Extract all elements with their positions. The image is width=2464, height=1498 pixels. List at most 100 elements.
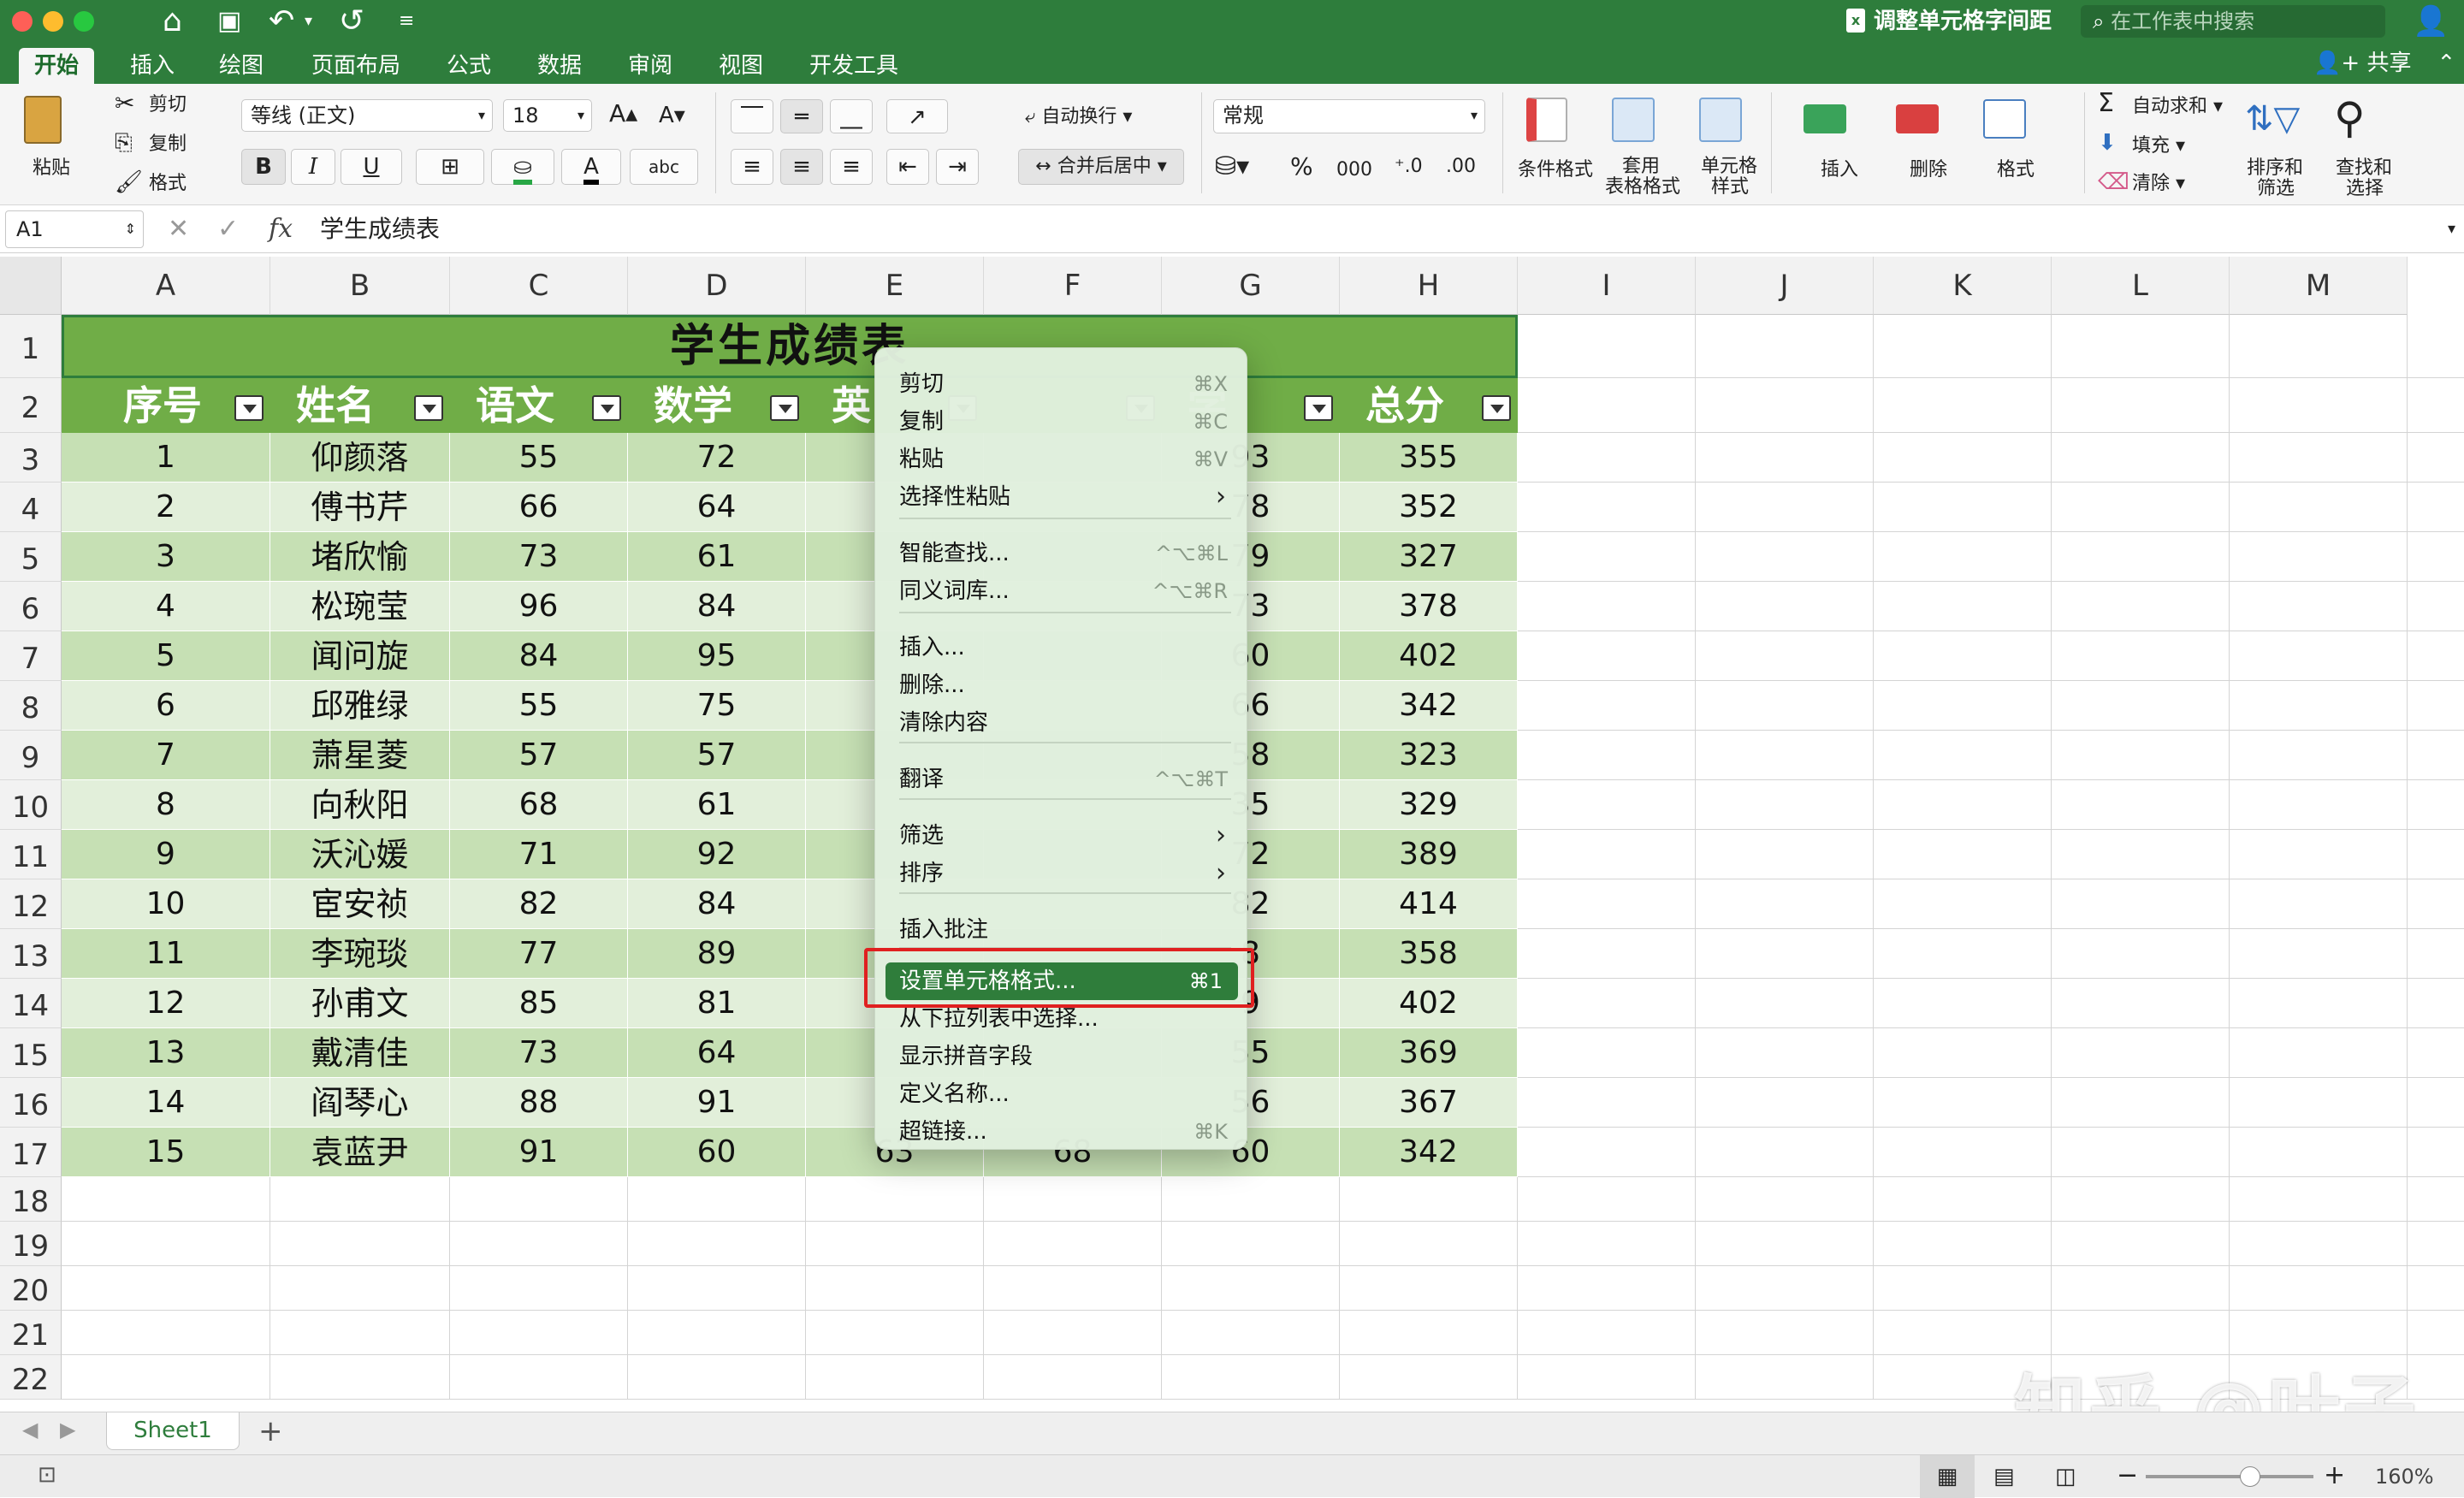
table-cell[interactable]: 沃沁媛 <box>270 830 450 879</box>
column-header[interactable]: F <box>984 257 1162 315</box>
row-header[interactable]: 21 <box>0 1311 62 1355</box>
tab-data[interactable]: 数据 <box>522 48 597 84</box>
column-header[interactable]: K <box>1874 257 2052 315</box>
table-cell[interactable]: 64 <box>628 1028 806 1078</box>
decrease-decimal-icon[interactable]: .00 <box>1446 156 1476 178</box>
phonetic-button[interactable]: abc <box>630 149 698 185</box>
percent-button[interactable]: % <box>1290 155 1313 179</box>
column-header[interactable]: D <box>628 257 806 315</box>
table-cell[interactable]: 6 <box>62 681 270 731</box>
zoom-slider-track[interactable] <box>2146 1475 2313 1478</box>
page-break-view-icon[interactable]: ◫ <box>2055 1455 2076 1498</box>
delete-cells-icon[interactable] <box>1896 104 1939 133</box>
account-icon[interactable]: 👤 <box>2413 5 2449 38</box>
table-cell[interactable]: 戴清佳 <box>270 1028 450 1078</box>
context-menu-item[interactable]: 插入... <box>899 629 1231 666</box>
cell-styles-label-2[interactable]: 样式 <box>1711 176 1749 198</box>
table-cell[interactable]: 369 <box>1340 1028 1518 1078</box>
table-cell[interactable]: 84 <box>628 582 806 631</box>
row-header[interactable]: 7 <box>0 631 62 681</box>
undo-dropdown-icon[interactable]: ▾ <box>305 3 312 39</box>
table-cell[interactable]: 1 <box>62 433 270 483</box>
table-cell[interactable]: 7 <box>62 731 270 780</box>
tab-view[interactable]: 视图 <box>703 48 779 84</box>
table-cell[interactable]: 11 <box>62 929 270 979</box>
align-bottom-icon[interactable]: ⎽ <box>830 99 873 133</box>
table-cell[interactable]: 57 <box>450 731 628 780</box>
table-cell[interactable]: 378 <box>1340 582 1518 631</box>
row-header[interactable]: 5 <box>0 532 62 582</box>
magnifier-icon[interactable]: ⚲ <box>2334 94 2366 142</box>
find-select-label-2[interactable]: 选择 <box>2346 178 2384 200</box>
table-cell[interactable]: 仰颜落 <box>270 433 450 483</box>
filter-dropdown-button[interactable] <box>234 395 264 421</box>
column-header[interactable]: H <box>1340 257 1518 315</box>
table-cell[interactable]: 松琬莹 <box>270 582 450 631</box>
column-header[interactable]: M <box>2230 257 2408 315</box>
tab-formulas[interactable]: 公式 <box>431 48 506 84</box>
autosum-button[interactable]: 自动求和 ▾ <box>2132 96 2223 118</box>
table-cell[interactable]: 389 <box>1340 830 1518 879</box>
table-cell[interactable]: 72 <box>628 433 806 483</box>
table-cell[interactable]: 55 <box>450 433 628 483</box>
formula-input[interactable]: 学生成绩表 <box>320 205 440 253</box>
table-cell[interactable]: 3 <box>62 532 270 582</box>
table-cell[interactable]: 57 <box>628 731 806 780</box>
row-header[interactable]: 9 <box>0 731 62 780</box>
table-format-label-2[interactable]: 表格格式 <box>1605 176 1680 198</box>
context-menu-item[interactable]: 超链接... ⌘K <box>899 1113 1231 1151</box>
name-box[interactable]: A1 ⇕ <box>5 210 144 248</box>
table-cell[interactable]: 60 <box>628 1128 806 1177</box>
column-header[interactable]: L <box>2052 257 2230 315</box>
fill-color-button[interactable]: ⛀ <box>491 149 554 185</box>
table-cell[interactable]: 13 <box>62 1028 270 1078</box>
row-header[interactable]: 20 <box>0 1266 62 1311</box>
table-cell[interactable]: 61 <box>628 532 806 582</box>
font-name-select[interactable]: 等线 (正文) ▾ <box>241 99 493 132</box>
table-cell[interactable]: 李琬琰 <box>270 929 450 979</box>
increase-decimal-icon[interactable]: ⁺.0 <box>1395 156 1423 178</box>
sheet-search-input[interactable]: ⌕ 在工作表中搜索 <box>2081 5 2385 38</box>
sheet-tab-sheet1[interactable]: Sheet1 <box>106 1412 240 1450</box>
table-cell[interactable]: 孙甫文 <box>270 979 450 1028</box>
row-header[interactable]: 13 <box>0 929 62 979</box>
context-menu-item[interactable]: 智能查找... ^⌥⌘L <box>899 535 1231 572</box>
insert-cells-icon[interactable] <box>1804 104 1846 133</box>
table-cell[interactable]: 73 <box>450 532 628 582</box>
thousands-button[interactable]: 000 <box>1336 159 1372 181</box>
table-cell[interactable]: 73 <box>450 1028 628 1078</box>
table-cell[interactable]: 71 <box>450 830 628 879</box>
context-menu-item[interactable]: 插入批注 <box>899 911 1231 949</box>
delete-cells-button[interactable]: 删除 <box>1910 159 1947 181</box>
table-cell[interactable]: 闻问旋 <box>270 631 450 681</box>
column-header[interactable]: B <box>270 257 450 315</box>
row-header[interactable]: 12 <box>0 879 62 929</box>
copy-button[interactable]: 复制 <box>149 133 187 156</box>
column-header[interactable]: A <box>62 257 270 315</box>
filter-dropdown-button[interactable] <box>770 395 799 421</box>
table-cell[interactable]: 82 <box>450 879 628 929</box>
table-cell[interactable]: 4 <box>62 582 270 631</box>
row-header[interactable]: 15 <box>0 1028 62 1078</box>
row-header[interactable]: 17 <box>0 1128 62 1177</box>
minimize-window-button[interactable] <box>43 11 63 32</box>
table-cell[interactable]: 367 <box>1340 1078 1518 1128</box>
next-sheet-icon[interactable]: ▶ <box>60 1418 75 1442</box>
context-menu-item[interactable]: 清除内容 <box>899 704 1231 742</box>
conditional-format-button[interactable]: 条件格式 <box>1518 159 1593 181</box>
close-window-button[interactable] <box>12 11 33 32</box>
row-header[interactable]: 3 <box>0 433 62 483</box>
prev-sheet-icon[interactable]: ◀ <box>22 1418 38 1442</box>
zoom-slider-thumb[interactable] <box>2239 1466 2260 1487</box>
column-header[interactable]: G <box>1162 257 1340 315</box>
align-right-icon[interactable]: ≡ <box>830 149 873 185</box>
table-cell[interactable]: 75 <box>628 681 806 731</box>
row-header[interactable]: 16 <box>0 1078 62 1128</box>
table-cell[interactable]: 355 <box>1340 433 1518 483</box>
table-cell[interactable]: 61 <box>628 780 806 830</box>
row-header[interactable]: 18 <box>0 1177 62 1222</box>
tab-page-layout[interactable]: 页面布局 <box>296 48 416 84</box>
expand-formula-icon[interactable]: ▾ <box>2448 205 2455 253</box>
borders-button[interactable]: ⊞ <box>416 149 484 185</box>
context-menu-item[interactable]: 同义词库... ^⌥⌘R <box>899 572 1231 610</box>
